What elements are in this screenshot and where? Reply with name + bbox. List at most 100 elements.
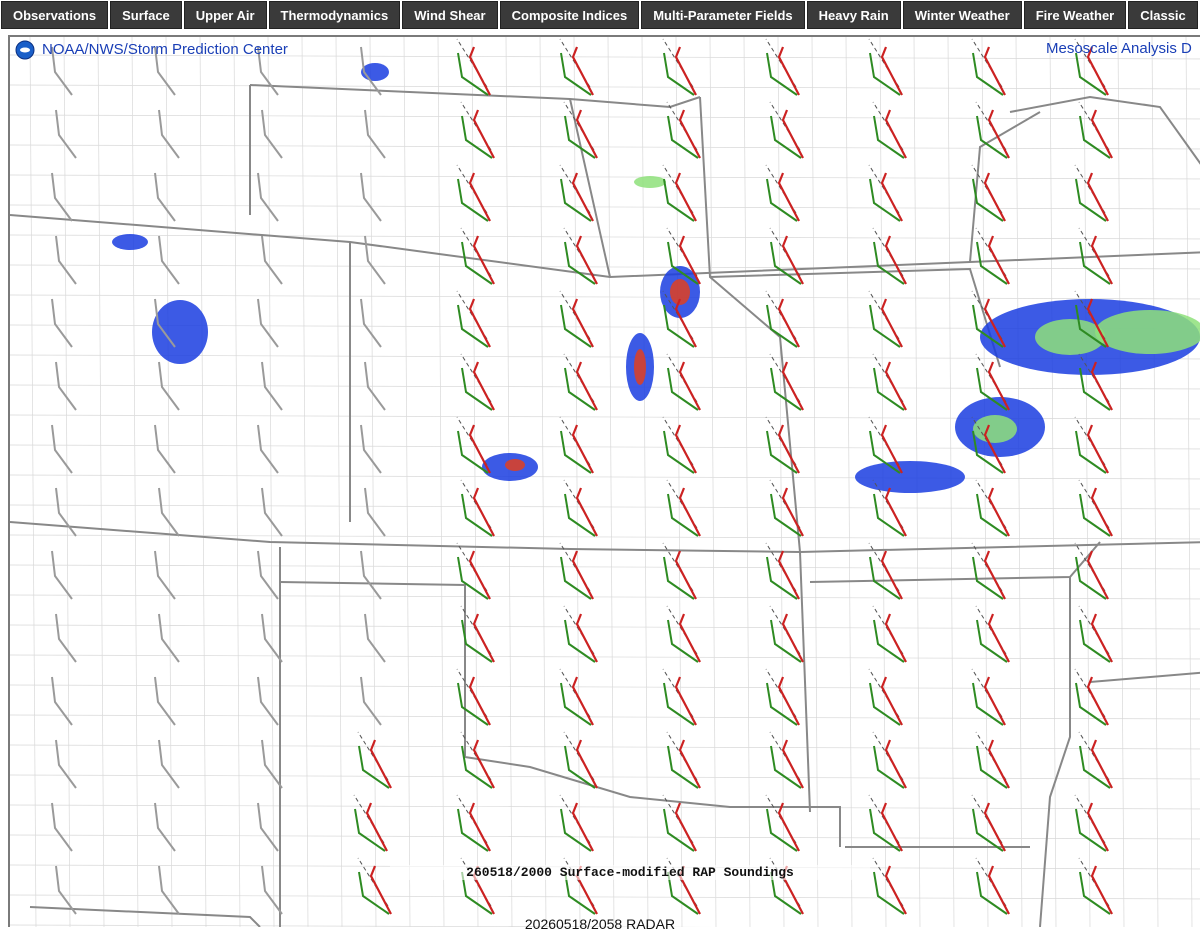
sounding-glyph (154, 802, 176, 852)
sounding-gray-trace (364, 235, 386, 285)
sounding-dewpoint-trace (358, 745, 390, 789)
sounding-temp-trace (983, 802, 1006, 852)
sounding-glyph (769, 101, 804, 159)
sounding-dewpoint-trace (873, 745, 905, 789)
sounding-glyph (460, 101, 495, 159)
sounding-glyph (868, 668, 903, 726)
nav-tab-thermodynamics[interactable]: Thermodynamics (268, 1, 401, 29)
sounding-temp-trace (987, 109, 1010, 159)
sounding-gray-trace (55, 865, 77, 915)
sounding-glyph (154, 676, 176, 726)
sounding-temp-trace (468, 802, 491, 852)
sounding-glyph (55, 613, 77, 663)
top-navigation: Observations Surface Upper Air Thermodynami… (0, 0, 1200, 31)
state-border-11 (799, 551, 811, 813)
sounding-temp-trace (781, 487, 804, 537)
sounding-glyph (158, 739, 180, 789)
sounding-temp-trace (674, 172, 697, 222)
radar-echo-9 (634, 349, 646, 385)
sounding-temp-trace (781, 739, 804, 789)
sounding-dewpoint-trace (976, 619, 1008, 663)
nav-tab-upper-air[interactable]: Upper Air (183, 1, 267, 29)
sounding-glyph (872, 353, 907, 411)
sounding-temp-trace (674, 550, 697, 600)
sounding-glyph (51, 676, 73, 726)
state-border-4 (249, 84, 701, 109)
sounding-dewpoint-trace (873, 493, 905, 537)
sounding-dewpoint-trace (976, 241, 1008, 285)
sounding-dewpoint-trace (663, 556, 695, 600)
sounding-dewpoint-trace (560, 430, 592, 474)
sounding-dewpoint-trace (663, 52, 695, 96)
sounding-glyph (357, 731, 392, 789)
state-borders (10, 84, 1200, 927)
sounding-temp-trace (777, 802, 800, 852)
sounding-glyph (456, 794, 491, 852)
sounding-temp-trace (880, 550, 903, 600)
nav-tab-composite-indices[interactable]: Composite Indices (499, 1, 640, 29)
sounding-glyph (360, 550, 382, 600)
sounding-dewpoint-trace (766, 52, 798, 96)
sounding-dewpoint-trace (461, 241, 493, 285)
sounding-temp-trace (571, 424, 594, 474)
nav-tab-classic[interactable]: Classic (1128, 1, 1198, 29)
sounding-gray-trace (154, 424, 176, 474)
sounding-temp-trace (884, 739, 907, 789)
sounding-glyph (55, 487, 77, 537)
sounding-gray-trace (55, 613, 77, 663)
sounding-gray-trace (51, 172, 73, 222)
sounding-temp-trace (468, 46, 491, 96)
sounding-glyph (563, 605, 598, 663)
sounding-temp-trace (781, 109, 804, 159)
sounding-gray-trace (257, 424, 279, 474)
sounding-temp-trace (987, 487, 1010, 537)
sounding-gray-trace (360, 298, 382, 348)
sounding-gray-trace (154, 676, 176, 726)
sounding-gray-trace (257, 802, 279, 852)
sounding-temp-trace (1090, 739, 1113, 789)
sounding-dewpoint-trace (976, 745, 1008, 789)
sounding-temp-trace (472, 613, 495, 663)
sounding-temp-trace (472, 361, 495, 411)
sounding-glyph (257, 802, 279, 852)
sounding-temp-trace (575, 361, 598, 411)
sounding-glyph (154, 424, 176, 474)
sounding-dewpoint-trace (976, 115, 1008, 159)
nav-tab-observations[interactable]: Observations (1, 1, 109, 29)
nav-tab-wind-shear[interactable]: Wind Shear (402, 1, 498, 29)
sounding-glyph (154, 550, 176, 600)
radar-echo-14 (112, 234, 148, 250)
radar-echo-2 (1035, 319, 1105, 355)
sounding-glyph (872, 227, 907, 285)
sounding-temp-trace (983, 172, 1006, 222)
sounding-gray-trace (364, 613, 386, 663)
sounding-temp-trace (880, 298, 903, 348)
sounding-dewpoint-trace (560, 682, 592, 726)
sounding-dewpoint-trace (667, 115, 699, 159)
radar-timestamp: 20260518/2058 RADAR (524, 916, 676, 932)
sounding-glyph (971, 542, 1006, 600)
sounding-dewpoint-trace (560, 556, 592, 600)
sounding-gray-trace (51, 676, 73, 726)
nav-tab-heavy-rain[interactable]: Heavy Rain (806, 1, 901, 29)
sounding-temp-trace (1090, 613, 1113, 663)
sounding-temp-trace (674, 676, 697, 726)
sounding-glyph (261, 487, 283, 537)
nav-tab-fire-weather[interactable]: Fire Weather (1023, 1, 1127, 29)
sounding-glyph (765, 164, 800, 222)
sounding-temp-trace (575, 613, 598, 663)
sounding-gray-trace (55, 235, 77, 285)
sounding-temp-trace (1086, 550, 1109, 600)
nav-tab-winter-weather[interactable]: Winter Weather (902, 1, 1022, 29)
sounding-dewpoint-trace (667, 367, 699, 411)
sounding-gray-trace (158, 739, 180, 789)
sounding-temp-trace (575, 235, 598, 285)
nav-tab-surface[interactable]: Surface (110, 1, 182, 29)
sounding-dewpoint-trace (354, 808, 386, 852)
sounding-glyph (360, 424, 382, 474)
sounding-glyph (971, 668, 1006, 726)
sounding-dewpoint-trace (972, 682, 1004, 726)
sounding-temp-trace (365, 802, 388, 852)
sounding-dewpoint-trace (873, 367, 905, 411)
nav-tab-multi-parameter-fields[interactable]: Multi-Parameter Fields (641, 1, 805, 29)
